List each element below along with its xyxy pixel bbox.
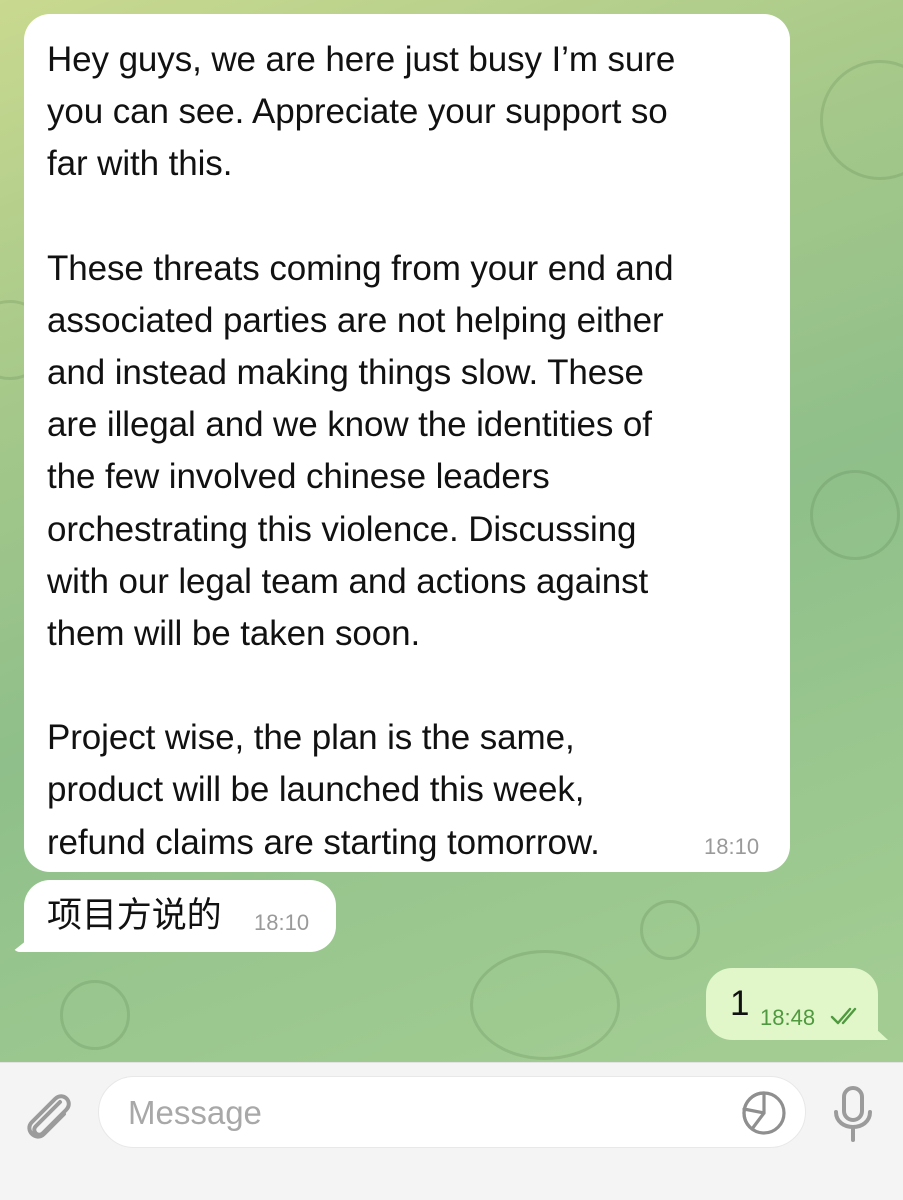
message-line: far with this. bbox=[47, 144, 233, 184]
message-line: associated parties are not helping eithe… bbox=[47, 300, 664, 340]
paperclip-icon[interactable] bbox=[20, 1088, 80, 1144]
microphone-icon[interactable] bbox=[828, 1084, 878, 1144]
message-line: the few involved chinese leaders bbox=[47, 457, 550, 497]
message-paragraph: These threats coming from your end and a… bbox=[47, 243, 766, 661]
message-timestamp: 18:10 bbox=[704, 834, 760, 859]
background-doodle bbox=[640, 900, 700, 960]
message-line: orchestrating this violence. Discussing bbox=[47, 509, 637, 549]
message-line: These threats coming from your end and bbox=[47, 248, 674, 288]
message-timestamp: 18:10 bbox=[254, 910, 310, 935]
background-doodle bbox=[820, 60, 903, 180]
incoming-message-bubble[interactable]: Hey guys, we are here just busy I’m sure… bbox=[24, 14, 790, 872]
message-text: 1 bbox=[730, 984, 750, 1023]
message-line: refund claims are starting tomorrow. bbox=[47, 822, 600, 862]
message-line: with our legal team and actions against bbox=[47, 561, 649, 601]
message-line: and instead making things slow. These bbox=[47, 353, 644, 393]
message-line: Hey guys, we are here just busy I’m sure bbox=[47, 40, 676, 79]
sticker-icon[interactable] bbox=[738, 1090, 790, 1136]
message-timestamp: 18:48 bbox=[760, 1005, 816, 1030]
message-paragraph: Project wise, the plan is the same, prod… bbox=[47, 712, 766, 869]
message-line: are illegal and we know the identities o… bbox=[47, 405, 652, 445]
background-doodle bbox=[470, 950, 620, 1060]
message-line: product will be launched this week, bbox=[47, 770, 585, 810]
message-text: 项目方说的 bbox=[47, 896, 222, 935]
chat-area[interactable]: Hey guys, we are here just busy I’m sure… bbox=[0, 0, 903, 1062]
double-check-icon bbox=[830, 1007, 857, 1025]
background-doodle bbox=[810, 470, 900, 560]
background-doodle bbox=[60, 980, 130, 1050]
message-line: Project wise, the plan is the same, bbox=[47, 718, 575, 758]
message-input-placeholder: Message bbox=[128, 1094, 262, 1131]
message-line: you can see. Appreciate your support so bbox=[47, 92, 668, 132]
message-paragraph: Hey guys, we are here just busy I’m sure… bbox=[47, 34, 766, 191]
message-line: them will be taken soon. bbox=[47, 614, 421, 654]
